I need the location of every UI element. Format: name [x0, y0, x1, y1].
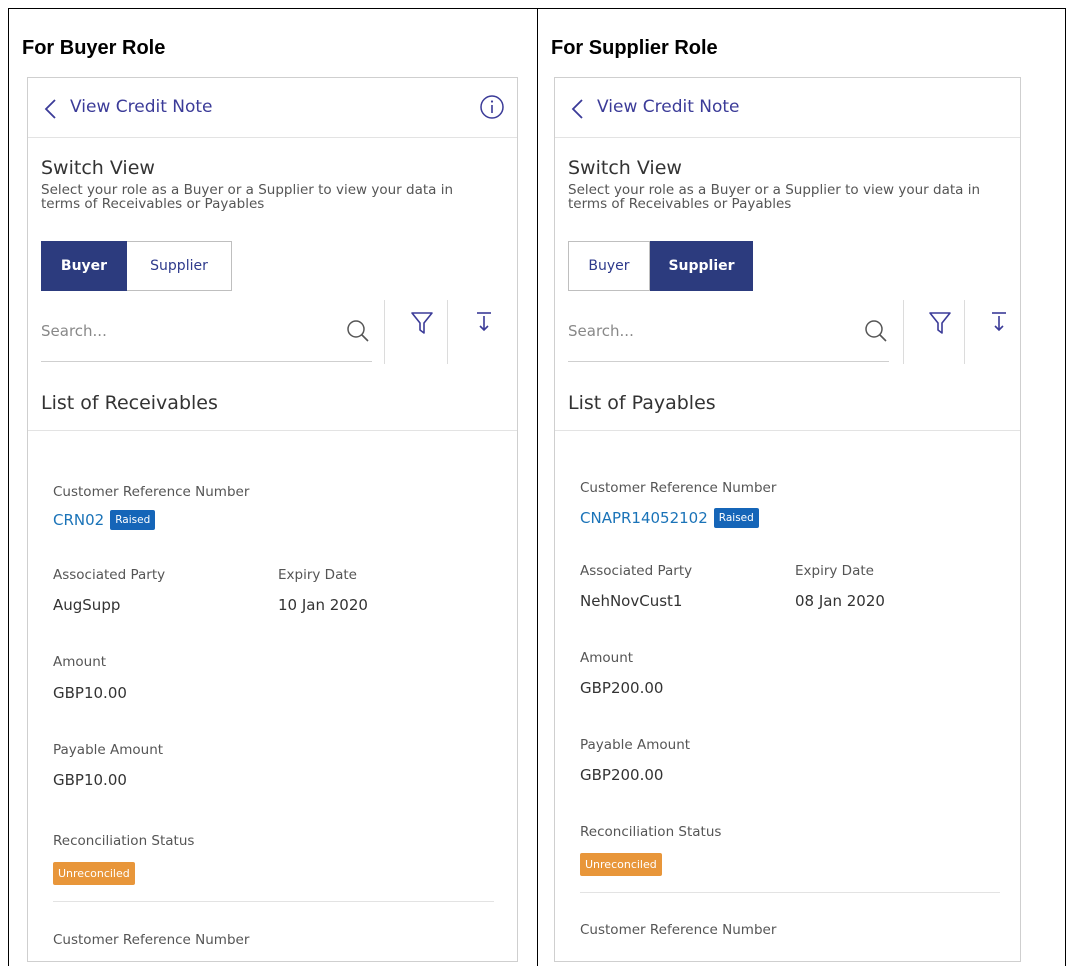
payable-amount-value: GBP200.00 [580, 766, 664, 784]
supplier-role-heading: For Supplier Role [551, 37, 718, 59]
buyer-screen: View Credit Note Switch View Select your… [27, 77, 518, 962]
search-icon[interactable] [863, 318, 889, 344]
next-ref-label: Customer Reference Number [53, 932, 250, 948]
buyer-role-button[interactable]: Buyer [568, 241, 650, 291]
switch-view-description: Select your role as a Buyer or a Supplie… [41, 182, 454, 212]
page-title: View Credit Note [70, 97, 213, 117]
party-label: Associated Party [53, 567, 166, 583]
toolbar-separator [447, 300, 448, 364]
ref-row: CNAPR14052102 Raised [580, 508, 759, 528]
reference-number-link[interactable]: CRN02 [53, 511, 104, 529]
sort-icon[interactable] [474, 311, 494, 333]
buyer-role-heading: For Buyer Role [22, 37, 166, 59]
list-title: List of Receivables [41, 392, 218, 414]
search-box [41, 310, 372, 362]
payable-amount-label: Payable Amount [53, 742, 164, 758]
sort-icon[interactable] [989, 311, 1009, 333]
expiry-label: Expiry Date [795, 563, 874, 579]
toolbar-separator [964, 300, 965, 364]
payable-amount-label: Payable Amount [580, 737, 691, 753]
toolbar-separator [903, 300, 904, 364]
reconciliation-label: Reconciliation Status [580, 824, 722, 840]
status-badge: Raised [110, 510, 156, 530]
supplier-role-button[interactable]: Supplier [127, 241, 232, 291]
search-box [568, 310, 889, 362]
expiry-value: 10 Jan 2020 [278, 596, 368, 614]
amount-label: Amount [53, 654, 107, 670]
table-column-divider [537, 8, 538, 966]
page-title: View Credit Note [597, 97, 740, 117]
ref-label: Customer Reference Number [580, 480, 777, 496]
card-divider [580, 892, 1000, 893]
filter-icon[interactable] [410, 310, 434, 336]
reconciliation-label: Reconciliation Status [53, 833, 195, 849]
buyer-role-button[interactable]: Buyer [41, 241, 127, 291]
party-label: Associated Party [580, 563, 693, 579]
status-badge: Raised [713, 508, 759, 528]
list-title: List of Payables [568, 392, 716, 414]
supplier-role-button[interactable]: Supplier [650, 241, 753, 291]
toolbar-separator [384, 300, 385, 364]
role-switch: Buyer Supplier [41, 241, 232, 291]
reconciliation-badge: Unreconciled [580, 853, 662, 876]
supplier-screen: View Credit Note Switch View Select your… [554, 77, 1021, 962]
expiry-value: 08 Jan 2020 [795, 592, 885, 610]
payable-amount-value: GBP10.00 [53, 771, 127, 789]
switch-view-title: Switch View [568, 157, 682, 179]
chevron-left-icon[interactable] [569, 98, 589, 120]
card-divider [53, 901, 494, 902]
amount-value: GBP200.00 [580, 679, 664, 697]
next-ref-label: Customer Reference Number [580, 922, 777, 938]
ref-label: Customer Reference Number [53, 484, 250, 500]
amount-label: Amount [580, 650, 634, 666]
ref-row: CRN02 Raised [53, 510, 156, 530]
search-icon[interactable] [345, 318, 371, 344]
chevron-left-icon[interactable] [42, 98, 62, 120]
reference-number-link[interactable]: CNAPR14052102 [580, 509, 708, 527]
amount-value: GBP10.00 [53, 684, 127, 702]
app-header: View Credit Note [28, 78, 517, 138]
expiry-label: Expiry Date [278, 567, 357, 583]
switch-view-description: Select your role as a Buyer or a Supplie… [568, 182, 981, 212]
filter-icon[interactable] [928, 310, 952, 336]
switch-view-title: Switch View [41, 157, 155, 179]
search-input[interactable] [568, 322, 838, 340]
app-header: View Credit Note [555, 78, 1020, 138]
search-input[interactable] [41, 322, 321, 340]
list-divider [555, 430, 1020, 431]
info-icon[interactable] [479, 94, 505, 120]
party-value: NehNovCust1 [580, 592, 683, 610]
role-switch: Buyer Supplier [568, 241, 753, 291]
reconciliation-badge: Unreconciled [53, 862, 135, 885]
list-divider [28, 430, 517, 431]
party-value: AugSupp [53, 596, 121, 614]
